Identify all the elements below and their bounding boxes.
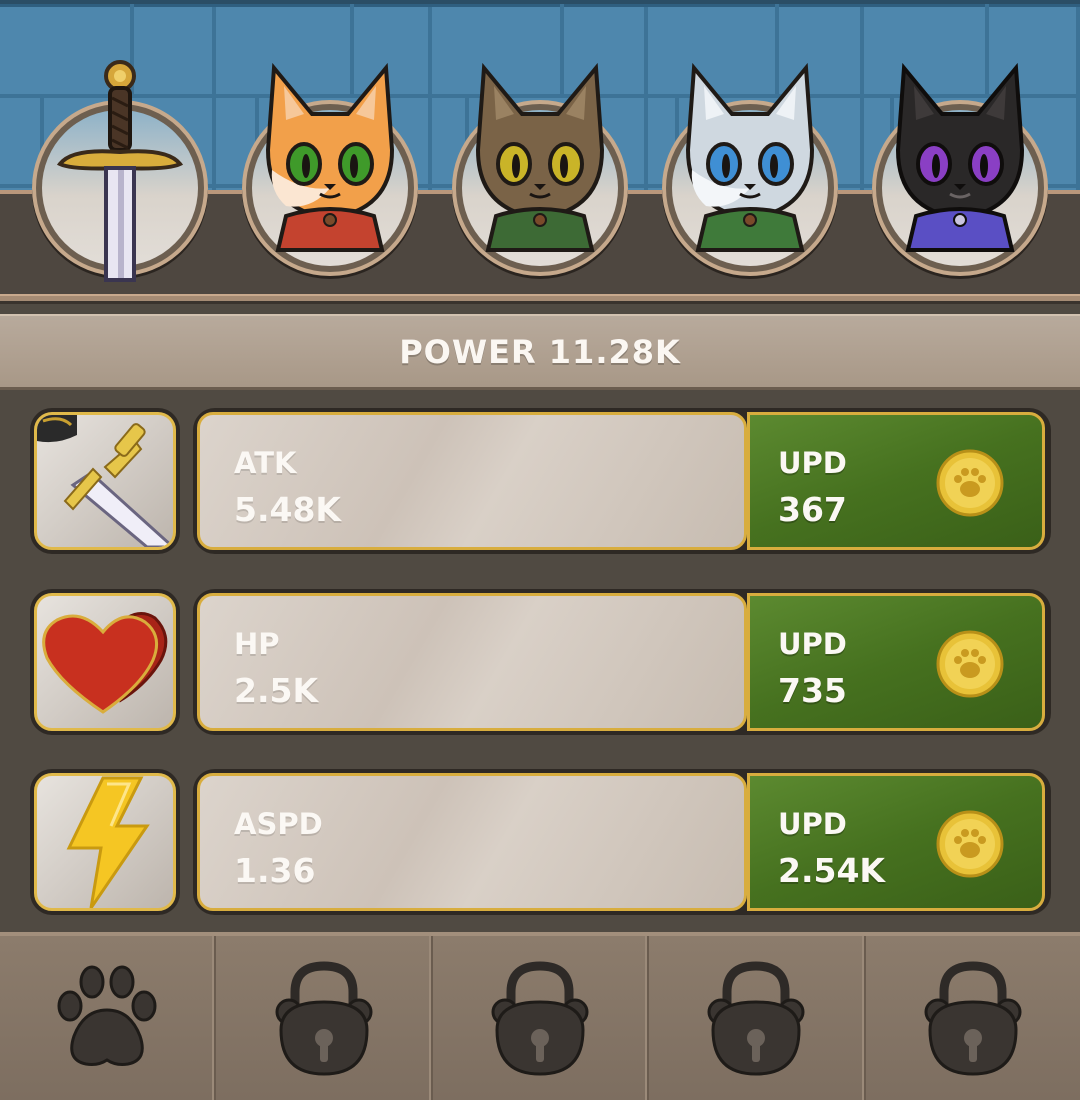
white-cat-icon [685, 62, 815, 252]
paw-icon [57, 965, 157, 1066]
sword-stat-icon [37, 415, 173, 547]
upgrade-atk-button[interactable]: UPD 367 [747, 412, 1045, 550]
power-banner: POWER 11.28K [0, 314, 1080, 390]
stat-icon-frame [30, 408, 180, 554]
lock-icon [275, 961, 373, 1076]
nav-tab-heroes[interactable] [0, 936, 217, 1100]
brown-cat-icon [475, 62, 605, 252]
upgrade-hp-button[interactable]: UPD 735 [747, 593, 1045, 731]
hero-slot-black-cat[interactable] [872, 62, 1048, 276]
stat-icon-frame [30, 769, 180, 915]
lock-icon [491, 961, 589, 1076]
stat-row-atk: ATK 5.48K UPD 367 [0, 408, 1080, 554]
stat-panel: ATK 5.48K UPD 367 [193, 408, 1051, 554]
lock-icon [924, 961, 1022, 1076]
stat-panel: ASPD 1.36 UPD 2.54K [193, 769, 1051, 915]
nav-tab-locked-3[interactable] [649, 936, 866, 1100]
hero-slot-orange-cat[interactable] [242, 62, 418, 276]
stat-panel: HP 2.5K UPD 735 [193, 589, 1051, 735]
bottom-nav [0, 932, 1080, 1100]
sword-icon [56, 60, 184, 282]
black-cat-icon [895, 62, 1025, 252]
stat-info: ATK 5.48K [197, 412, 747, 550]
stat-icon-frame [30, 589, 180, 735]
lock-icon [707, 961, 805, 1076]
paw-coin-icon [936, 630, 1004, 698]
orange-cat-icon [265, 62, 395, 252]
stat-row-aspd: ASPD 1.36 UPD 2.54K [0, 769, 1080, 915]
power-label: POWER 11.28K [399, 332, 681, 371]
stat-value: 1.36 [234, 851, 316, 890]
hero-slot-white-cat[interactable] [662, 62, 838, 276]
shelf-lip [0, 294, 1080, 304]
stat-label: ATK [234, 446, 297, 480]
stat-info: ASPD 1.36 [197, 773, 747, 911]
lightning-icon [66, 776, 150, 908]
hero-slot-sword[interactable] [32, 60, 208, 282]
nav-tab-locked-1[interactable] [216, 936, 433, 1100]
nav-tab-locked-4[interactable] [866, 936, 1080, 1100]
paw-coin-icon [936, 449, 1004, 517]
upgrade-aspd-button[interactable]: UPD 2.54K [747, 773, 1045, 911]
stat-info: HP 2.5K [197, 593, 747, 731]
paw-coin-icon [936, 810, 1004, 878]
stat-value: 5.48K [234, 490, 341, 529]
stat-label: ASPD [234, 807, 323, 841]
stat-value: 2.5K [234, 671, 319, 710]
heart-icon [42, 612, 168, 714]
stat-label: HP [234, 627, 280, 661]
nav-tab-locked-2[interactable] [433, 936, 650, 1100]
hero-slot-brown-cat[interactable] [452, 62, 628, 276]
stat-row-hp: HP 2.5K UPD 735 [0, 589, 1080, 735]
